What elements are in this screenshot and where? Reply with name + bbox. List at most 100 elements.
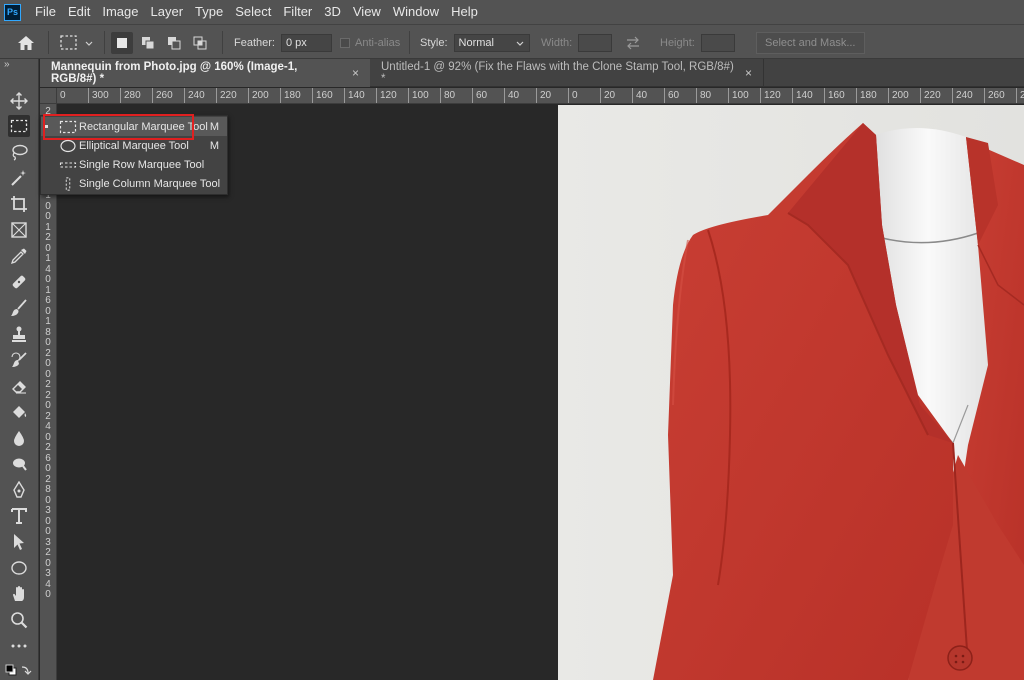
- anti-alias-label: Anti-alias: [355, 36, 401, 49]
- color-swatches[interactable]: [4, 660, 34, 680]
- ruler-tick-label: 260: [152, 88, 173, 103]
- ruler-tick-label: 2: [45, 389, 51, 401]
- flyout-item-label: Rectangular Marquee Tool: [79, 120, 208, 133]
- clone-stamp-tool[interactable]: [8, 323, 30, 345]
- blur-tool[interactable]: [8, 427, 30, 449]
- menu-3d[interactable]: 3D: [318, 0, 347, 24]
- ruler-tick-label: 0: [45, 200, 51, 212]
- ruler-tick-label: 140: [344, 88, 365, 103]
- brush-tool[interactable]: [8, 297, 30, 319]
- ellipse-marquee-icon: [60, 139, 76, 152]
- eraser-tool[interactable]: [8, 375, 30, 397]
- history-brush-icon: [11, 352, 27, 367]
- ruler-tick-label: 300: [88, 88, 109, 103]
- crop-tool[interactable]: [8, 193, 30, 215]
- ruler-tick-label: 100: [408, 88, 429, 103]
- new-selection-button[interactable]: [111, 31, 133, 54]
- magic-wand-icon: [11, 170, 26, 186]
- magic-wand-tool[interactable]: [8, 167, 30, 189]
- rect-marquee-icon: [10, 119, 28, 133]
- dodge-icon: [13, 458, 27, 471]
- anti-alias-checkbox[interactable]: [340, 37, 350, 48]
- paint-bucket-tool[interactable]: [8, 401, 30, 423]
- ruler-tick-label: 4: [45, 263, 51, 275]
- flyout-item-single-row-marquee[interactable]: Single Row Marquee Tool: [41, 155, 227, 174]
- pen-tool[interactable]: [8, 479, 30, 501]
- type-icon: [11, 508, 27, 524]
- feather-input[interactable]: 0 px: [280, 33, 332, 52]
- ruler-tick-label: 0: [56, 88, 66, 103]
- menu-help[interactable]: Help: [445, 0, 484, 24]
- ruler-tick-label: 2: [45, 379, 51, 390]
- menu-filter[interactable]: Filter: [277, 0, 318, 24]
- select-and-mask-button[interactable]: Select and Mask...: [756, 31, 865, 54]
- subtract-from-selection-button[interactable]: [163, 32, 185, 54]
- zoom-tool[interactable]: [8, 609, 30, 631]
- home-button[interactable]: [16, 25, 36, 60]
- divider: [222, 31, 223, 54]
- zoom-icon: [11, 612, 28, 629]
- flyout-item-single-column-marquee[interactable]: Single Column Marquee Tool: [41, 174, 227, 193]
- type-tool[interactable]: [8, 505, 30, 527]
- lasso-tool[interactable]: [8, 141, 30, 163]
- collapse-toolbar-icon[interactable]: »: [4, 59, 18, 71]
- tab-title: Untitled-1 @ 92% (Fix the Flaws with the…: [381, 61, 734, 85]
- ruler-tick-label: 220: [920, 88, 941, 103]
- dodge-tool[interactable]: [8, 453, 30, 475]
- ruler-tick-label: 260: [984, 88, 1005, 103]
- intersect-selection-button[interactable]: [189, 32, 211, 54]
- flyout-item-rectangular-marquee[interactable]: Rectangular Marquee Tool M: [41, 114, 227, 140]
- ellipse-icon: [11, 561, 27, 575]
- flyout-item-elliptical-marquee[interactable]: Elliptical Marquee Tool M: [41, 136, 227, 155]
- flyout-item-label: Single Row Marquee Tool: [79, 158, 205, 171]
- rect-marquee-tool[interactable]: [8, 115, 30, 137]
- width-input[interactable]: [578, 33, 613, 52]
- single-row-marquee-icon: [59, 161, 77, 168]
- menu-image[interactable]: Image: [96, 0, 144, 24]
- ruler-tick-label: 0: [45, 305, 51, 317]
- menu-view[interactable]: View: [347, 0, 387, 24]
- tool-preset-picker[interactable]: [58, 25, 96, 60]
- move-tool[interactable]: [8, 90, 30, 112]
- tab-mannequin[interactable]: Mannequin from Photo.jpg @ 160% (Image-1…: [40, 59, 370, 87]
- path-selection-tool[interactable]: [8, 531, 30, 553]
- close-icon[interactable]: ×: [352, 66, 359, 80]
- ruler-tick-label: 0: [45, 242, 51, 254]
- ruler-tick-label: 0: [45, 274, 51, 285]
- ellipse-tool[interactable]: [8, 557, 30, 579]
- menu-window[interactable]: Window: [387, 0, 445, 24]
- ruler-tick-label: 1: [45, 284, 51, 296]
- menu-type[interactable]: Type: [189, 0, 229, 24]
- eyedropper-tool[interactable]: [8, 245, 30, 267]
- swap-dimensions-button[interactable]: [625, 25, 641, 60]
- ruler-tick-label: 120: [760, 88, 781, 103]
- active-tool-dot: [45, 125, 48, 128]
- tab-untitled-1[interactable]: Untitled-1 @ 92% (Fix the Flaws with the…: [370, 59, 764, 87]
- shortcut-label: M: [209, 139, 219, 152]
- add-to-selection-button[interactable]: [137, 32, 159, 54]
- more-tools-icon: [11, 644, 27, 648]
- ruler-tick-label: 160: [312, 88, 333, 103]
- swap-arrows-icon: [627, 36, 639, 49]
- flyout-item-label: Elliptical Marquee Tool: [79, 139, 189, 152]
- chevron-down-icon: [516, 41, 523, 46]
- height-input[interactable]: [700, 33, 735, 52]
- close-icon[interactable]: ×: [745, 66, 752, 80]
- more-tools-button[interactable]: [8, 635, 30, 657]
- divider: [48, 31, 49, 54]
- ruler-tick-label: 180: [280, 88, 301, 103]
- mannequin-photo: [558, 105, 1024, 680]
- menu-file[interactable]: File: [29, 0, 62, 24]
- healing-brush-tool[interactable]: [8, 271, 30, 293]
- shortcut-label: M: [209, 120, 219, 133]
- menu-bar: Ps File Edit Image Layer Type Select Fil…: [0, 0, 1024, 24]
- frame-tool[interactable]: [8, 219, 30, 241]
- menu-layer[interactable]: Layer: [145, 0, 190, 24]
- history-brush-tool[interactable]: [8, 349, 30, 371]
- hand-tool[interactable]: [8, 583, 30, 605]
- document-tabs: Mannequin from Photo.jpg @ 160% (Image-1…: [40, 59, 1024, 87]
- style-select[interactable]: Normal: [453, 33, 530, 52]
- menu-select[interactable]: Select: [229, 0, 277, 24]
- ruler-tick-label: 8: [45, 326, 51, 338]
- menu-edit[interactable]: Edit: [62, 0, 96, 24]
